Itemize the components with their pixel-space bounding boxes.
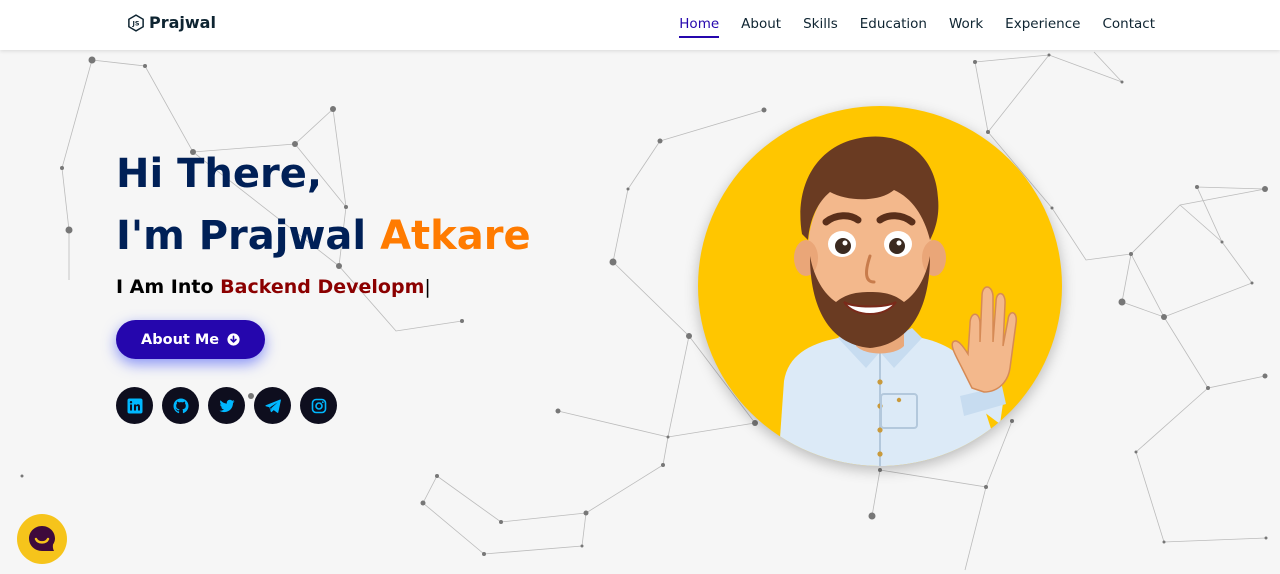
telegram-link[interactable] xyxy=(254,387,291,424)
bitmoji-avatar-illustration xyxy=(778,136,1018,466)
twitter-icon xyxy=(219,399,234,412)
hero-name-prefix: I'm Prajwal xyxy=(116,213,367,259)
hero-greeting: Hi There, xyxy=(116,151,323,197)
brand-name: Prajwal xyxy=(149,13,216,32)
nav-education[interactable]: Education xyxy=(860,16,927,38)
linkedin-link[interactable] xyxy=(116,387,153,424)
about-me-label: About Me xyxy=(141,331,220,348)
instagram-link[interactable] xyxy=(300,387,337,424)
twitter-link[interactable] xyxy=(208,387,245,424)
typing-role: Backend Developm xyxy=(220,276,425,298)
github-icon xyxy=(173,398,188,413)
nav-home[interactable]: Home xyxy=(679,16,720,38)
github-link[interactable] xyxy=(162,387,199,424)
js-hexagon-icon: JS xyxy=(128,13,144,32)
social-links xyxy=(116,387,531,424)
main-nav: Home About Skills Education Work Experie… xyxy=(679,16,1155,38)
typing-line: I Am Into Backend Developm| xyxy=(116,276,531,298)
typing-prefix: I Am Into xyxy=(116,276,214,298)
nav-about[interactable]: About xyxy=(741,16,781,38)
typing-cursor: | xyxy=(424,276,431,298)
svg-text:JS: JS xyxy=(132,19,140,27)
hero-section: Hi There, I'm Prajwal Atkare I Am Into B… xyxy=(116,150,531,424)
telegram-icon xyxy=(264,398,281,413)
linkedin-icon xyxy=(127,398,142,413)
about-me-button[interactable]: About Me xyxy=(116,320,266,359)
nav-contact[interactable]: Contact xyxy=(1102,16,1155,38)
brand-logo[interactable]: JS Prajwal xyxy=(127,13,216,32)
profile-avatar xyxy=(698,106,1062,466)
nav-skills[interactable]: Skills xyxy=(803,16,838,38)
hero-name-accent: Atkare xyxy=(380,213,531,259)
nav-work[interactable]: Work xyxy=(949,16,983,38)
chat-bubble-icon xyxy=(29,526,55,551)
site-header: JS Prajwal Home About Skills Education W… xyxy=(0,0,1280,50)
hero-name: I'm Prajwal Atkare xyxy=(116,212,531,260)
arrow-circle-down-icon xyxy=(227,333,240,346)
instagram-icon xyxy=(311,398,326,413)
chat-widget-button[interactable] xyxy=(17,514,67,564)
nav-experience[interactable]: Experience xyxy=(1005,16,1080,38)
